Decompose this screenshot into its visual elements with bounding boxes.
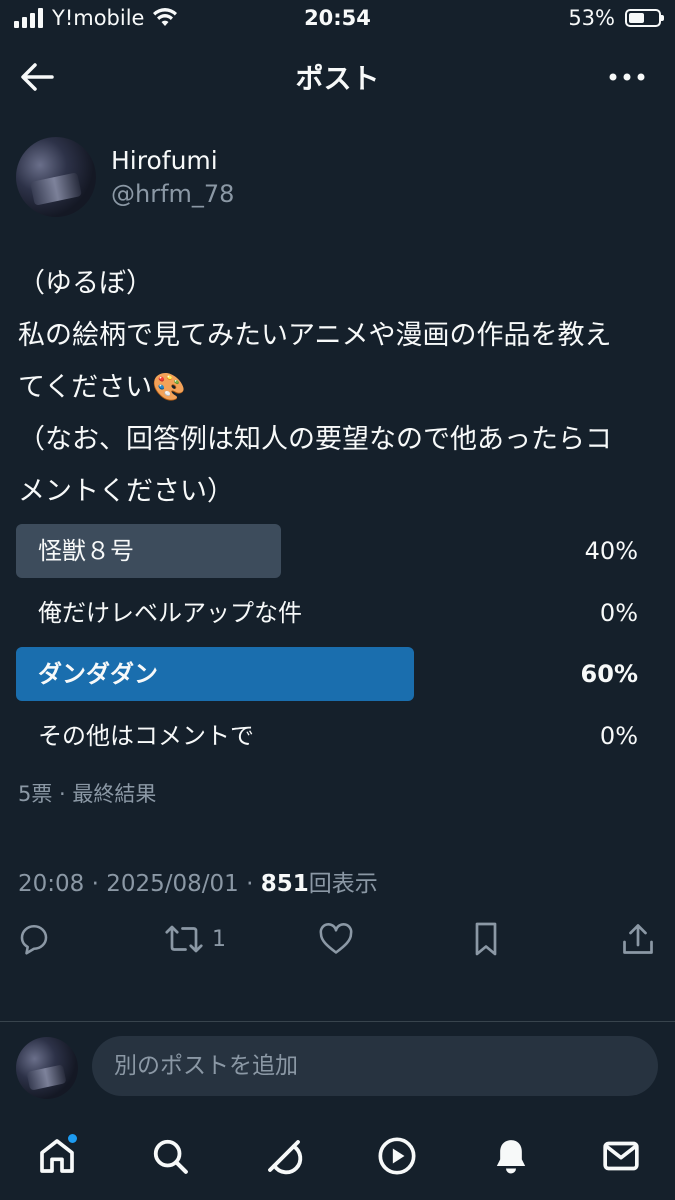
battery-level <box>629 13 644 23</box>
post-timestamp: 20:08 · 2025/08/01 · 851回表示 <box>18 864 378 898</box>
separator: · <box>91 871 99 897</box>
nav-search[interactable] <box>146 1132 194 1180</box>
search-icon <box>153 1139 188 1174</box>
author-handle[interactable]: @hrfm_78 <box>111 180 234 208</box>
notifications-icon <box>496 1140 526 1174</box>
video-icon <box>378 1137 416 1175</box>
poll-option-label: 俺だけレベルアップな件 <box>38 599 302 627</box>
more-horizontal-icon <box>609 73 645 81</box>
separator: · <box>246 871 254 897</box>
heart-icon <box>319 923 353 954</box>
poll-option-percent: 40% <box>584 537 638 565</box>
post-text: （ゆるぼ） 私の絵柄で見てみたいアニメや漫画の作品を教え てください🎨 （なお、… <box>18 258 658 518</box>
grok-icon <box>268 1140 303 1175</box>
notification-dot <box>68 1134 77 1143</box>
nav-grok[interactable] <box>260 1132 308 1180</box>
battery-icon <box>625 9 664 27</box>
post-text-line: メントください） <box>18 476 234 507</box>
bookmark-button[interactable] <box>470 918 502 960</box>
like-button[interactable] <box>318 918 354 960</box>
poll-option-percent: 60% <box>580 660 638 688</box>
post-text-line: てください🎨 <box>18 372 186 403</box>
poll-option-label: 怪獣８号 <box>38 537 134 565</box>
battery-percent: 53% <box>568 6 615 30</box>
reply-icon <box>20 925 48 955</box>
retweet-icon <box>165 925 203 953</box>
messages-icon <box>603 1141 639 1171</box>
status-right: 53% <box>568 6 664 30</box>
author-avatar[interactable] <box>16 137 96 217</box>
poll-option: 俺だけレベルアップな件 0% <box>16 586 638 640</box>
reply-placeholder: 別のポストを追加 <box>114 1053 298 1079</box>
share-icon <box>623 924 653 954</box>
poll-option: その他はコメントで 0% <box>16 709 638 763</box>
author-name[interactable]: Hirofumi <box>111 146 218 175</box>
poll-option-percent: 0% <box>599 599 638 627</box>
nav-home[interactable] <box>33 1132 81 1180</box>
poll-meta: 5票 · 最終結果 <box>18 782 157 806</box>
header: ポスト <box>0 40 675 114</box>
reply-button[interactable] <box>16 918 52 960</box>
more-button[interactable] <box>605 56 649 98</box>
retweet-button[interactable]: 1 <box>164 918 226 960</box>
nav-notifications[interactable] <box>487 1132 535 1180</box>
post-date[interactable]: 2025/08/01 <box>106 871 239 897</box>
post-text-line: （ゆるぼ） <box>18 268 153 299</box>
share-button[interactable] <box>621 918 655 960</box>
page-title: ポスト <box>295 62 380 95</box>
user-avatar[interactable] <box>16 1037 78 1099</box>
retweet-count: 1 <box>212 926 226 952</box>
bottom-navigation <box>0 1110 675 1200</box>
view-count-label: 回表示 <box>308 871 378 897</box>
avatar-image-detail <box>26 1064 68 1091</box>
battery-tip <box>661 15 664 21</box>
reply-input[interactable]: 別のポストを追加 <box>92 1036 658 1096</box>
view-count: 851 <box>260 871 309 897</box>
nav-messages[interactable] <box>597 1132 645 1180</box>
nav-video[interactable] <box>373 1132 421 1180</box>
poll-option-percent: 0% <box>599 722 638 750</box>
status-bar: Y!mobile 20:54 53% <box>0 0 675 38</box>
poll-option-label: ダンダダン <box>38 660 158 688</box>
poll-option: 怪獣８号 40% <box>16 524 638 578</box>
divider <box>0 1021 675 1022</box>
post-text-line: （なお、回答例は知人の要望なので他あったらコ <box>18 424 612 455</box>
post-text-line: 私の絵柄で見てみたいアニメや漫画の作品を教え <box>18 320 612 351</box>
poll-option-label: その他はコメントで <box>38 722 254 750</box>
post-time[interactable]: 20:08 <box>18 871 84 897</box>
avatar-image-detail <box>30 172 82 206</box>
poll-option: ダンダダン 60% <box>16 647 638 701</box>
bookmark-icon <box>475 922 497 956</box>
